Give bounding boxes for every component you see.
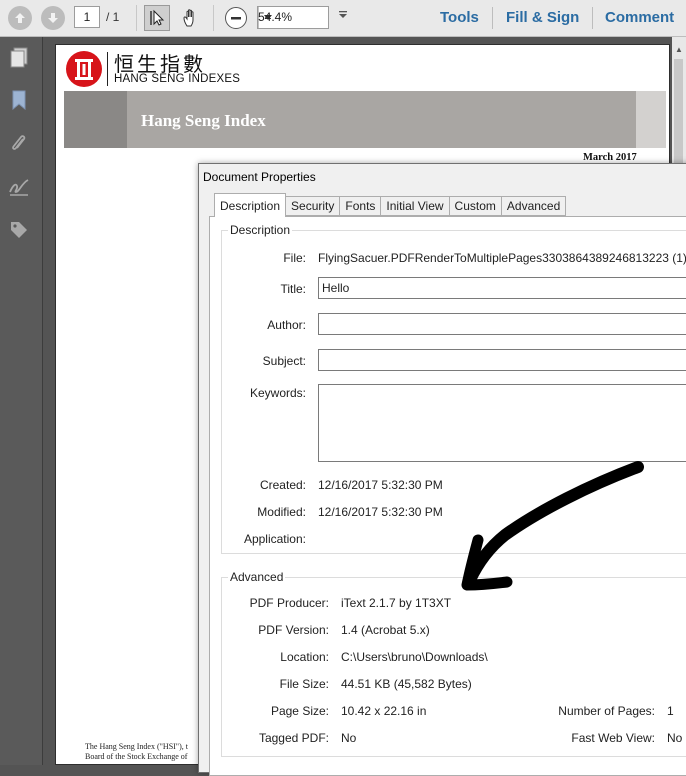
tab-advanced[interactable]: Advanced (501, 196, 567, 216)
file-value: FlyingSacuer.PDFRenderToMultiplePages330… (318, 251, 686, 265)
minus-icon (231, 17, 241, 20)
file-label: File: (283, 251, 306, 265)
toolbar-separator (213, 5, 214, 31)
filesize-label: File Size: (279, 677, 329, 691)
toolbar-separator (136, 5, 137, 31)
pagesize-label: Page Size: (270, 704, 329, 718)
fill-sign-button[interactable]: Fill & Sign (506, 9, 579, 26)
scroll-up-icon[interactable]: ▲ (675, 45, 683, 54)
fastweb-label: Fast Web View: (571, 731, 655, 745)
version-value: 1.4 (Acrobat 5.x) (341, 623, 430, 637)
zoom-select[interactable]: 54.4% (257, 6, 329, 29)
document-date: March 2017 (583, 152, 637, 163)
title-field[interactable]: Hello (318, 277, 686, 299)
tab-description[interactable]: Description (214, 193, 287, 217)
numpages-value: 1 (667, 704, 674, 718)
pagesize-value: 10.42 x 22.16 in (341, 704, 427, 718)
version-label: PDF Version: (258, 623, 329, 637)
tagged-label: Tagged PDF: (258, 731, 329, 745)
title-label: Title: (280, 282, 306, 296)
pages-panel-button[interactable] (8, 47, 30, 69)
comment-button[interactable]: Comment (605, 9, 674, 26)
select-tool-button[interactable] (144, 5, 170, 31)
tagged-value: No (341, 731, 357, 745)
logo-english-text: HANG SENG INDEXES (114, 73, 241, 85)
hand-icon (183, 9, 194, 27)
more-tools-menu[interactable] (338, 9, 348, 23)
filesize-value: 44.51 KB (45,582 Bytes) (341, 677, 472, 691)
group-label: Advanced (228, 570, 286, 584)
dialog-title: Document Properties (203, 170, 316, 184)
dropdown-arrow-icon (339, 11, 347, 18)
page-number-input[interactable]: 1 (74, 6, 100, 28)
navigation-pane (0, 37, 42, 765)
fastweb-value: No (667, 731, 683, 745)
bookmark-icon (12, 90, 26, 110)
tab-custom[interactable]: Custom (449, 196, 502, 216)
banner-dark-block (64, 91, 127, 148)
keywords-field[interactable] (318, 384, 686, 462)
author-label: Author: (267, 318, 306, 332)
tab-security[interactable]: Security (286, 196, 341, 216)
modified-value: 12/16/2017 5:32:30 PM (318, 505, 443, 519)
toolbar-separator (492, 7, 493, 29)
cursor-icon (150, 9, 165, 26)
location-value: C:\Users\bruno\Downloads\ (341, 650, 488, 664)
title-banner: Hang Seng Index (64, 91, 666, 148)
tags-panel-button[interactable] (8, 219, 30, 241)
application-label: Application: (243, 532, 306, 546)
main-toolbar: 1 / 1 54.4% Tools Fill & Sign Comment (0, 0, 686, 37)
modified-label: Modified: (257, 505, 306, 519)
producer-label: PDF Producer: (249, 596, 329, 610)
subject-label: Subject: (262, 354, 306, 368)
page-total: / 1 (106, 10, 120, 24)
zoom-value: 54.4% (258, 10, 293, 24)
dialog-tabs: Description Security Fonts Initial View … (214, 193, 567, 217)
arrow-up-icon (15, 13, 25, 23)
footnote-line: Board of the Stock Exchange of (85, 752, 188, 761)
signatures-panel-button[interactable] (8, 176, 30, 198)
logo-divider (107, 52, 108, 86)
paperclip-icon (12, 135, 26, 150)
banner-light-block (636, 91, 666, 148)
hand-drawn-arrow-icon (461, 461, 644, 591)
rail-divider (42, 37, 43, 765)
zoom-out-button[interactable] (225, 7, 247, 29)
arrow-down-icon (48, 13, 58, 23)
created-value: 12/16/2017 5:32:30 PM (318, 478, 443, 492)
subject-field[interactable] (318, 349, 686, 371)
keywords-label: Keywords: (249, 386, 306, 400)
tools-button[interactable]: Tools (440, 9, 479, 26)
group-label: Description (228, 223, 293, 237)
producer-value: iText 2.1.7 by 1T3XT (341, 596, 452, 610)
toolbar-separator (592, 7, 593, 29)
location-label: Location: (280, 650, 329, 664)
pages-icon (10, 47, 28, 68)
banner-title: Hang Seng Index (141, 111, 266, 130)
tab-fonts[interactable]: Fonts (340, 196, 382, 216)
previous-page-button[interactable] (8, 6, 32, 30)
footnote-line: The Hang Seng Index ("HSI"), t (85, 742, 188, 751)
numpages-label: Number of Pages: (558, 704, 655, 718)
hand-tool-button[interactable] (178, 5, 204, 31)
attachments-panel-button[interactable] (8, 133, 30, 155)
author-field[interactable] (318, 313, 686, 335)
created-label: Created: (259, 478, 306, 492)
hang-seng-logo-icon (66, 51, 102, 87)
tab-initial-view[interactable]: Initial View (381, 196, 450, 216)
tag-icon (11, 222, 27, 238)
next-page-button[interactable] (41, 6, 65, 30)
bookmarks-panel-button[interactable] (8, 89, 30, 111)
signature-icon (9, 179, 29, 196)
